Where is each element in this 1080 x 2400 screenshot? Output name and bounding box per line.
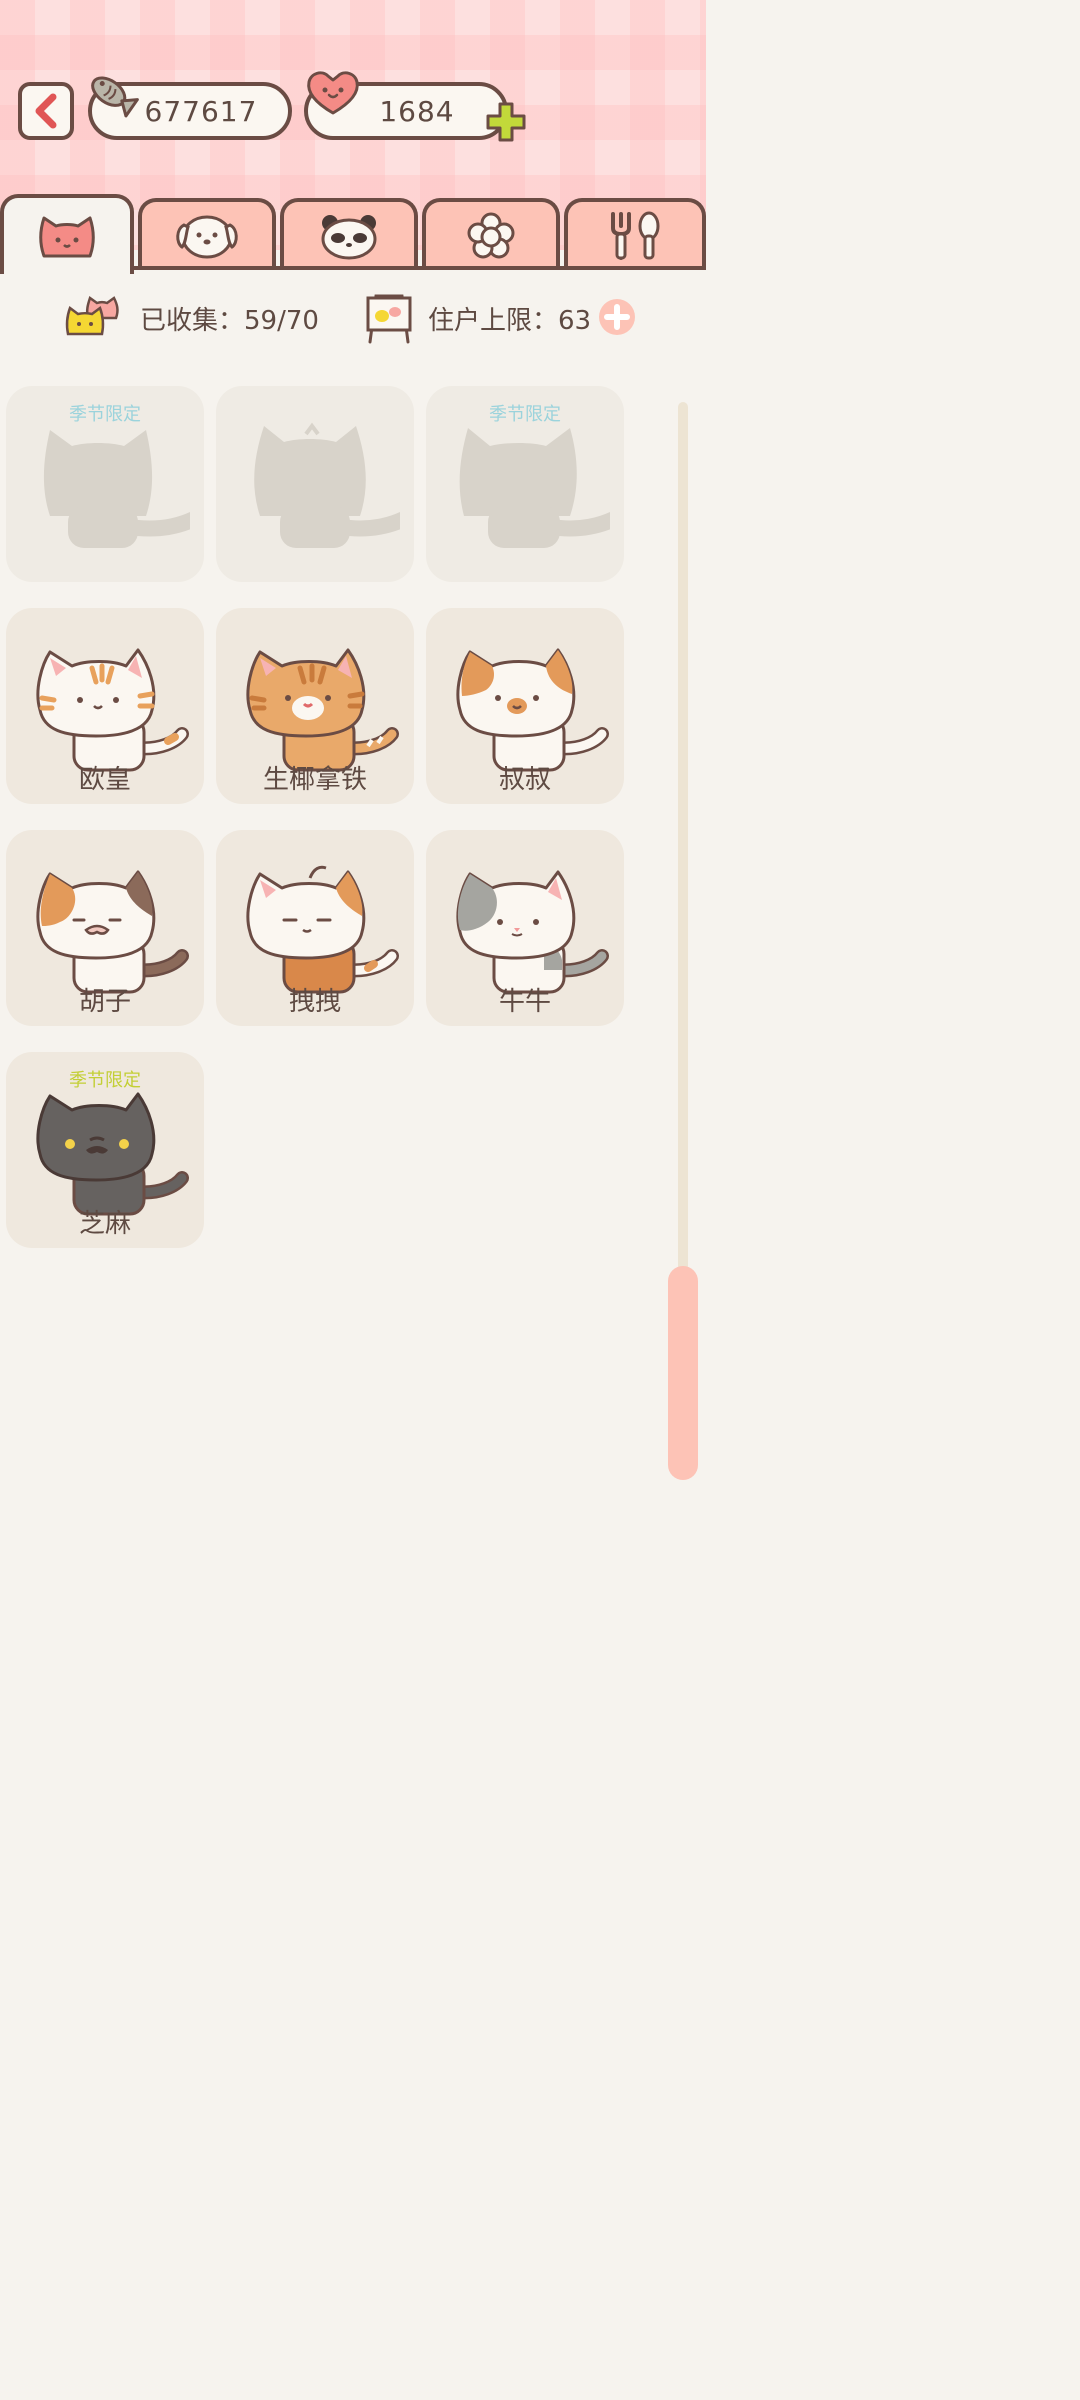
orange-tabby-cat-icon (246, 648, 399, 772)
heart-count: 1684 (379, 94, 455, 128)
back-button[interactable] (18, 82, 74, 140)
cat-heads-icon (65, 295, 119, 336)
category-tabs (0, 194, 706, 274)
tab-cats[interactable] (0, 194, 134, 274)
cat-card[interactable] (216, 386, 414, 582)
cat-name: 叔叔 (498, 765, 551, 795)
tab-food[interactable] (564, 198, 706, 270)
heart-face-icon (307, 71, 359, 115)
fish-count: 677617 (144, 94, 258, 128)
scrollbar-thumb[interactable] (668, 1266, 698, 1480)
cat-name: 拽拽 (288, 987, 341, 1017)
cat-card[interactable]: 牛牛 (426, 830, 624, 1026)
cat-card[interactable]: 拽拽 (216, 830, 414, 1026)
flower-icon (467, 212, 515, 259)
locked-cat-silhouette (254, 422, 400, 548)
cat-face-icon (39, 216, 95, 258)
capacity-limit: 住户上限：63 (428, 306, 592, 336)
panda-face-icon (321, 215, 377, 260)
fish-icon (91, 76, 139, 118)
tab-plants[interactable] (422, 198, 560, 270)
cat-card[interactable]: 季节限定 芝麻 (6, 1052, 204, 1248)
cool-cat-icon (246, 865, 399, 994)
cat-card[interactable]: 生椰拿铁 (216, 608, 414, 804)
gray-patch-cat-icon (456, 870, 609, 994)
cat-card[interactable]: 季节限定 (426, 386, 624, 582)
add-capacity-button[interactable] (598, 298, 636, 336)
white-orange-cat-icon (36, 648, 189, 772)
cat-name: 牛牛 (498, 987, 551, 1017)
cat-card[interactable]: 欧皇 (6, 608, 204, 804)
cat-name: 生椰拿铁 (262, 765, 367, 795)
cat-name: 胡子 (78, 987, 131, 1017)
collected-count: 已收集：59/70 (140, 306, 319, 336)
signboard-icon (366, 294, 412, 344)
fork-spoon-icon (611, 211, 660, 260)
cat-card[interactable]: 叔叔 (426, 608, 624, 804)
tab-dogs[interactable] (138, 198, 276, 270)
cat-card[interactable]: 胡子 (6, 830, 204, 1026)
back-arrow-icon (35, 93, 57, 129)
calico-cat-icon (456, 648, 609, 772)
cat-name: 芝麻 (78, 1209, 131, 1239)
black-cat-icon (36, 1092, 189, 1216)
cat-name: 欧皇 (78, 765, 131, 795)
tab-pandas[interactable] (280, 198, 418, 270)
collection-stats: 已收集：59/70 住户上限：63 (0, 286, 706, 350)
mustache-cat-icon (36, 870, 189, 994)
cat-card[interactable]: 季节限定 (6, 386, 204, 582)
locked-cat-silhouette (43, 430, 190, 548)
add-hearts-button[interactable] (484, 100, 528, 144)
dog-face-icon (176, 215, 238, 259)
locked-cat-silhouette (459, 428, 610, 548)
